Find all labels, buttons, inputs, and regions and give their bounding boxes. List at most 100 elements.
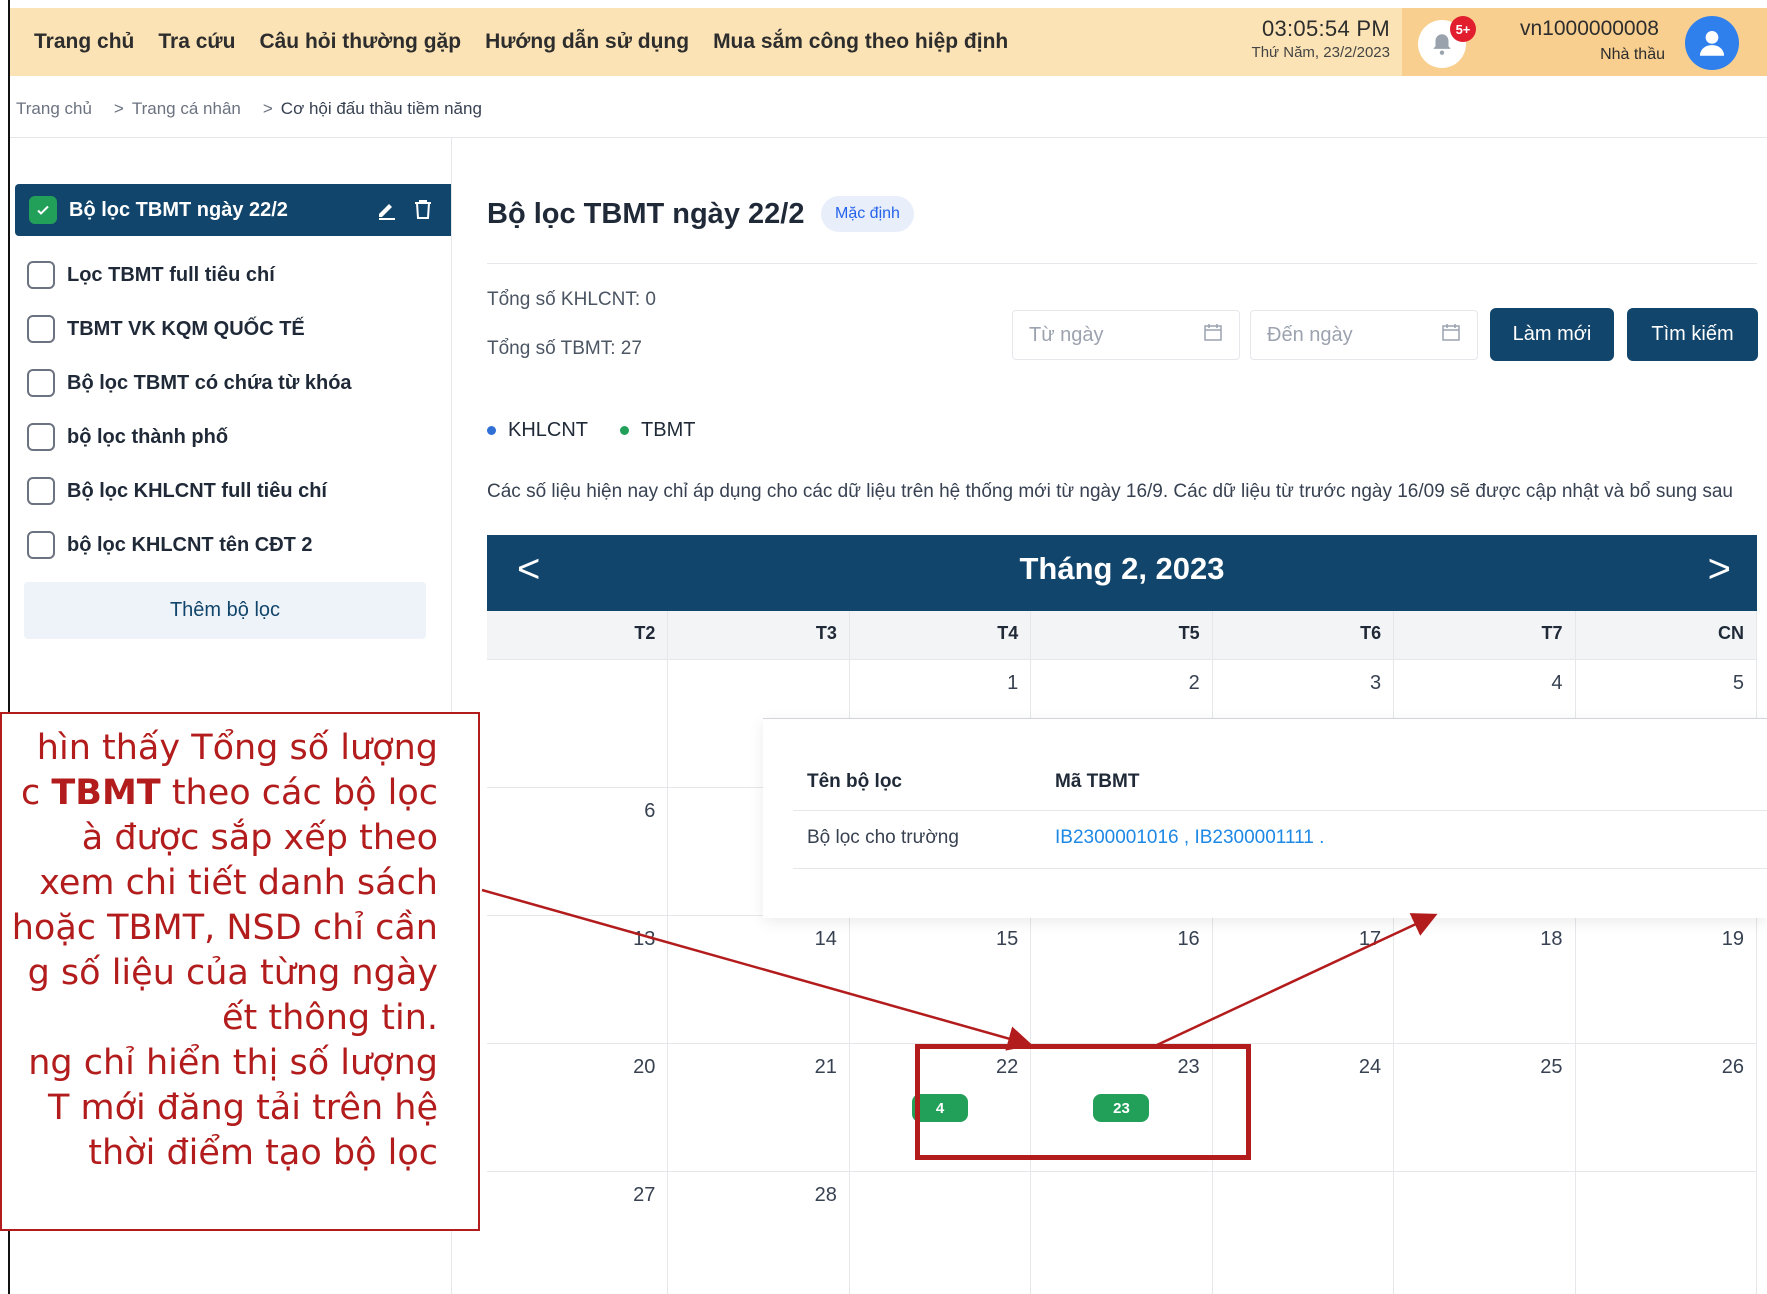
calendar-day[interactable]: 13: [487, 916, 669, 1043]
calendar-day[interactable]: [487, 660, 669, 787]
clock-date: Thứ Năm, 23/2/2023: [1251, 44, 1390, 61]
day-number: 4: [1551, 672, 1563, 694]
weekday-label: T7: [1394, 611, 1576, 659]
filter-label: Bộ lọc TBMT ngày 22/2: [69, 198, 288, 221]
weekday-label: CN: [1576, 611, 1757, 659]
weekday-label: T4: [850, 611, 1032, 659]
calendar-day[interactable]: 17: [1213, 916, 1395, 1043]
checkbox-icon[interactable]: [27, 477, 55, 505]
calendar-day[interactable]: 18: [1394, 916, 1576, 1043]
popup-row-divider: [793, 868, 1767, 869]
breadcrumb: Trang chủ > Trang cá nhân > Cơ hội đấu t…: [16, 99, 490, 119]
checkbox-checked-icon[interactable]: [29, 196, 57, 224]
annotation-text-part: T mới đăng tải trên hệ: [48, 1088, 438, 1128]
day-number: 16: [1177, 928, 1200, 950]
nav-lookup[interactable]: Tra cứu: [158, 30, 235, 54]
filter-item[interactable]: Bộ lọc KHLCNT full tiêu chí: [27, 464, 352, 518]
legend: KHLCNT TBMT: [487, 419, 695, 442]
edit-icon[interactable]: [375, 197, 399, 226]
calendar-day[interactable]: 19: [1576, 916, 1757, 1043]
calendar-day[interactable]: 14: [668, 916, 850, 1043]
checkbox-icon[interactable]: [27, 369, 55, 397]
popup-row-codes[interactable]: IB2300001016 , IB2300001111 .: [1055, 827, 1324, 849]
avatar-icon[interactable]: [1685, 16, 1739, 70]
annotation-line: hoặc TBMT, NSD chỉ cần: [2, 906, 438, 951]
filter-item[interactable]: Bộ lọc TBMT có chứa từ khóa: [27, 356, 352, 410]
day-number: 18: [1540, 928, 1563, 950]
calendar-day[interactable]: 6: [487, 788, 669, 915]
calendar-day[interactable]: 16: [1031, 916, 1213, 1043]
calendar-week: 27 28: [487, 1172, 1757, 1294]
search-button[interactable]: Tìm kiếm: [1627, 308, 1758, 361]
filter-item[interactable]: Lọc TBMT full tiêu chí: [27, 248, 352, 302]
annotation-text-part: ng chỉ hiển thị số lượng: [28, 1043, 438, 1083]
annotation-text-part: xem chi tiết danh sách: [39, 863, 438, 903]
calendar-day[interactable]: [1031, 1172, 1213, 1294]
clock-time: 03:05:54 PM: [1261, 16, 1390, 41]
checkbox-icon[interactable]: [27, 531, 55, 559]
annotation-line: g số liệu của từng ngày: [2, 951, 438, 996]
trash-icon[interactable]: [411, 197, 435, 226]
username[interactable]: vn1000000008: [1520, 17, 1659, 41]
day-number: 3: [1369, 672, 1382, 694]
calendar-day[interactable]: [1394, 1172, 1576, 1294]
annotation-line: thời điểm tạo bộ lọc: [2, 1131, 438, 1176]
nav-agreement-procurement[interactable]: Mua sắm công theo hiệp định: [713, 30, 1008, 54]
page-title: Bộ lọc TBMT ngày 22/2: [487, 198, 805, 230]
calendar-day[interactable]: [850, 1172, 1032, 1294]
calendar-day[interactable]: 28: [668, 1172, 850, 1294]
day-number: 17: [1358, 928, 1382, 950]
day-number: 1: [1007, 672, 1019, 694]
calendar-day[interactable]: [1213, 1172, 1395, 1294]
calendar-next-button[interactable]: >: [1708, 547, 1731, 592]
calendar-day[interactable]: 27: [487, 1172, 669, 1294]
annotation-text-part: ết thông tin.: [222, 998, 438, 1038]
data-note: Các số liệu hiện nay chỉ áp dụng cho các…: [487, 481, 1733, 502]
filter-item[interactable]: bộ lọc KHLCNT tên CĐT 2: [27, 518, 352, 572]
filter-popup: Tên bộ lọc Mã TBMT Bộ lọc cho trường IB2…: [763, 718, 1767, 918]
header-divider: [10, 137, 1767, 138]
nav-faq[interactable]: Câu hỏi thường gặp: [259, 30, 461, 54]
weekday-label: T2: [487, 611, 669, 659]
annotation-text-part: theo các bộ lọc: [160, 773, 438, 813]
filter-item-active[interactable]: Bộ lọc TBMT ngày 22/2: [15, 184, 451, 236]
checkbox-icon[interactable]: [27, 423, 55, 451]
calendar-day[interactable]: 21: [668, 1044, 850, 1171]
nav-guide[interactable]: Hướng dẫn sử dụng: [485, 30, 689, 54]
from-date-placeholder: Từ ngày: [1029, 323, 1104, 346]
weekday-label: T6: [1213, 611, 1395, 659]
breadcrumb-profile[interactable]: Trang cá nhân: [132, 99, 241, 119]
filter-actions: [375, 197, 435, 226]
filter-label: Bộ lọc TBMT có chứa từ khóa: [67, 371, 352, 394]
weekday-row: T2 T3 T4 T5 T6 T7 CN: [487, 611, 1757, 660]
top-nav: Trang chủ Tra cứu Câu hỏi thường gặp Hướ…: [10, 8, 1767, 76]
annotation-line: xem chi tiết danh sách: [2, 861, 438, 906]
add-filter-button[interactable]: Thêm bộ lọc: [24, 582, 426, 639]
calendar-day[interactable]: 20: [487, 1044, 669, 1171]
annotation-text-part: g số liệu của từng ngày: [27, 953, 438, 993]
annotation-bold-text: TBMT: [51, 773, 161, 813]
filter-item[interactable]: bộ lọc thành phố: [27, 410, 352, 464]
filter-label: bộ lọc thành phố: [67, 425, 229, 448]
calendar-day[interactable]: 25: [1394, 1044, 1576, 1171]
day-number: 24: [1358, 1056, 1382, 1078]
checkbox-icon[interactable]: [27, 261, 55, 289]
refresh-button[interactable]: Làm mới: [1490, 308, 1614, 361]
filter-item[interactable]: TBMT VK KQM QUỐC TẾ: [27, 302, 352, 356]
weekday-label: T3: [668, 611, 850, 659]
calendar-day[interactable]: 26: [1576, 1044, 1757, 1171]
legend-tbmt: TBMT: [641, 419, 696, 441]
calendar-day[interactable]: [1576, 1172, 1757, 1294]
breadcrumb-home[interactable]: Trang chủ: [16, 99, 92, 119]
calendar-day[interactable]: 15: [850, 916, 1032, 1043]
day-number: 21: [814, 1056, 837, 1078]
day-number: 2: [1188, 672, 1200, 694]
from-date-input[interactable]: Từ ngày: [1012, 310, 1240, 360]
to-date-input[interactable]: Đến ngày: [1250, 310, 1478, 360]
day-number: 19: [1721, 928, 1744, 950]
nav-home[interactable]: Trang chủ: [34, 30, 134, 54]
weekday-label: T5: [1031, 611, 1213, 659]
checkbox-icon[interactable]: [27, 315, 55, 343]
clock: 03:05:54 PM Thứ Năm, 23/2/2023: [1205, 16, 1390, 61]
annotation-callout: hìn thấy Tổng số lượng c TBMT theo các bộ…: [0, 712, 480, 1231]
